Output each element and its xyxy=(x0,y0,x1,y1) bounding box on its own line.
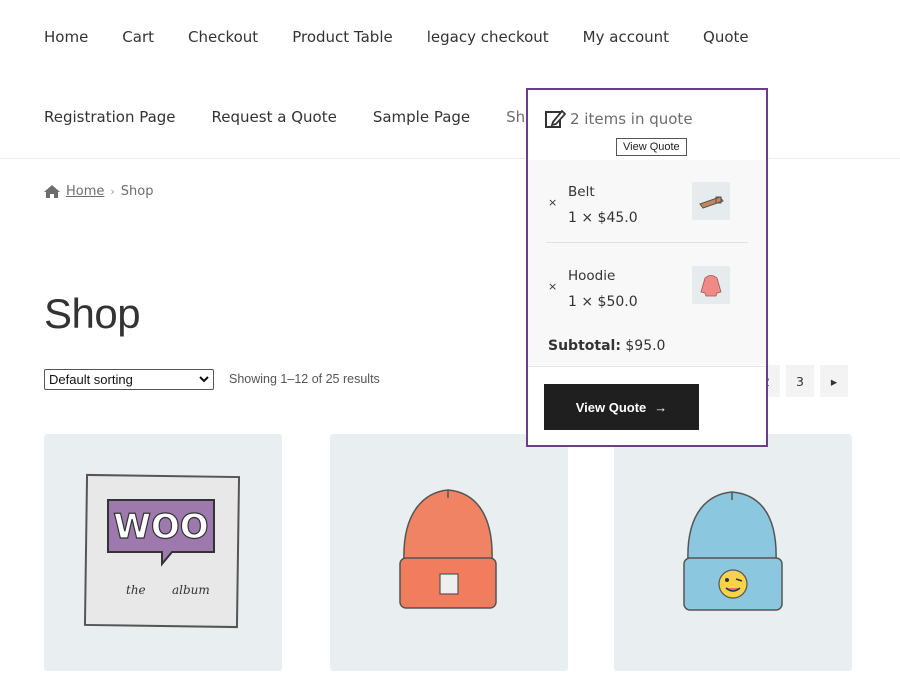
nav-checkout[interactable]: Checkout xyxy=(188,28,258,46)
breadcrumb-home-link[interactable]: Home xyxy=(66,184,104,199)
primary-nav-row-2: Registration Page Request a Quote Sample… xyxy=(44,108,580,126)
primary-nav-row-1: Home Cart Checkout Product Table legacy … xyxy=(44,28,783,46)
view-quote-button[interactable]: View Quote → xyxy=(544,384,699,430)
product-grid: WOO the album xyxy=(44,434,852,678)
quote-item-price: 1 × $45.0 xyxy=(568,210,638,226)
page-title: Shop xyxy=(44,290,141,337)
quote-item-name[interactable]: Hoodie xyxy=(568,268,615,284)
sorting-value: Default sorting xyxy=(49,372,133,387)
nav-registration-page[interactable]: Registration Page xyxy=(44,108,176,126)
woo-logo-text: WOO xyxy=(113,507,208,547)
nav-cart[interactable]: Cart xyxy=(122,28,154,46)
quote-item-divider xyxy=(546,242,748,243)
page-3-link[interactable]: 3 xyxy=(786,365,814,397)
remove-item-button[interactable]: × xyxy=(548,196,557,209)
view-quote-button-label: View Quote xyxy=(575,399,647,415)
album-caption-right: album xyxy=(172,583,210,597)
view-quote-tooltip: View Quote xyxy=(616,138,687,156)
orange-beanie-image xyxy=(399,489,497,609)
subtotal-label: Subtotal: xyxy=(548,338,621,354)
quote-item: × Belt 1 × $45.0 xyxy=(528,168,766,248)
product-card-beanie[interactable] xyxy=(330,434,568,671)
nav-request-a-quote[interactable]: Request a Quote xyxy=(212,108,337,126)
product-card-beanie-with-logo[interactable] xyxy=(614,434,852,671)
quote-items-panel: × Belt 1 × $45.0 × Hoodie 1 × $50.0 Subt… xyxy=(528,160,766,365)
breadcrumb-current: Shop xyxy=(120,184,154,199)
arrow-right-icon: → xyxy=(654,399,668,415)
quote-item-price: 1 × $50.0 xyxy=(568,294,638,310)
quote-dropdown: 2 items in quote View Quote × Belt 1 × $… xyxy=(526,88,768,447)
result-count: Showing 1–12 of 25 results xyxy=(229,372,380,386)
home-icon xyxy=(44,185,60,198)
sorting-select[interactable]: Default sorting xyxy=(44,369,214,390)
next-page-button[interactable]: ▸ xyxy=(820,365,848,397)
remove-item-button[interactable]: × xyxy=(548,280,557,293)
nav-home[interactable]: Home xyxy=(44,28,88,46)
woo-album-image: WOO the album xyxy=(83,473,241,629)
chevron-down-icon xyxy=(199,376,209,383)
blue-beanie-image xyxy=(683,491,783,611)
breadcrumb: Home › Shop xyxy=(44,184,154,199)
nav-my-account[interactable]: My account xyxy=(583,28,669,46)
product-card-album[interactable]: WOO the album xyxy=(44,434,282,671)
album-caption-left: the xyxy=(126,583,146,597)
quote-count-label: 2 items in quote xyxy=(570,110,693,128)
quote-header[interactable]: 2 items in quote xyxy=(544,108,693,130)
quote-panel-divider xyxy=(528,366,766,367)
quote-subtotal: Subtotal: $95.0 xyxy=(548,338,665,354)
quote-item: × Hoodie 1 × $50.0 xyxy=(528,252,766,332)
quote-item-name[interactable]: Belt xyxy=(568,184,595,200)
quote-edit-icon xyxy=(545,109,566,128)
breadcrumb-separator: › xyxy=(110,185,115,198)
belt-icon xyxy=(692,182,730,220)
hoodie-icon xyxy=(692,266,730,304)
nav-quote[interactable]: Quote xyxy=(703,28,749,46)
nav-product-table[interactable]: Product Table xyxy=(292,28,393,46)
subtotal-value: $95.0 xyxy=(625,338,666,354)
nav-legacy-checkout[interactable]: legacy checkout xyxy=(427,28,549,46)
nav-sample-page[interactable]: Sample Page xyxy=(373,108,470,126)
